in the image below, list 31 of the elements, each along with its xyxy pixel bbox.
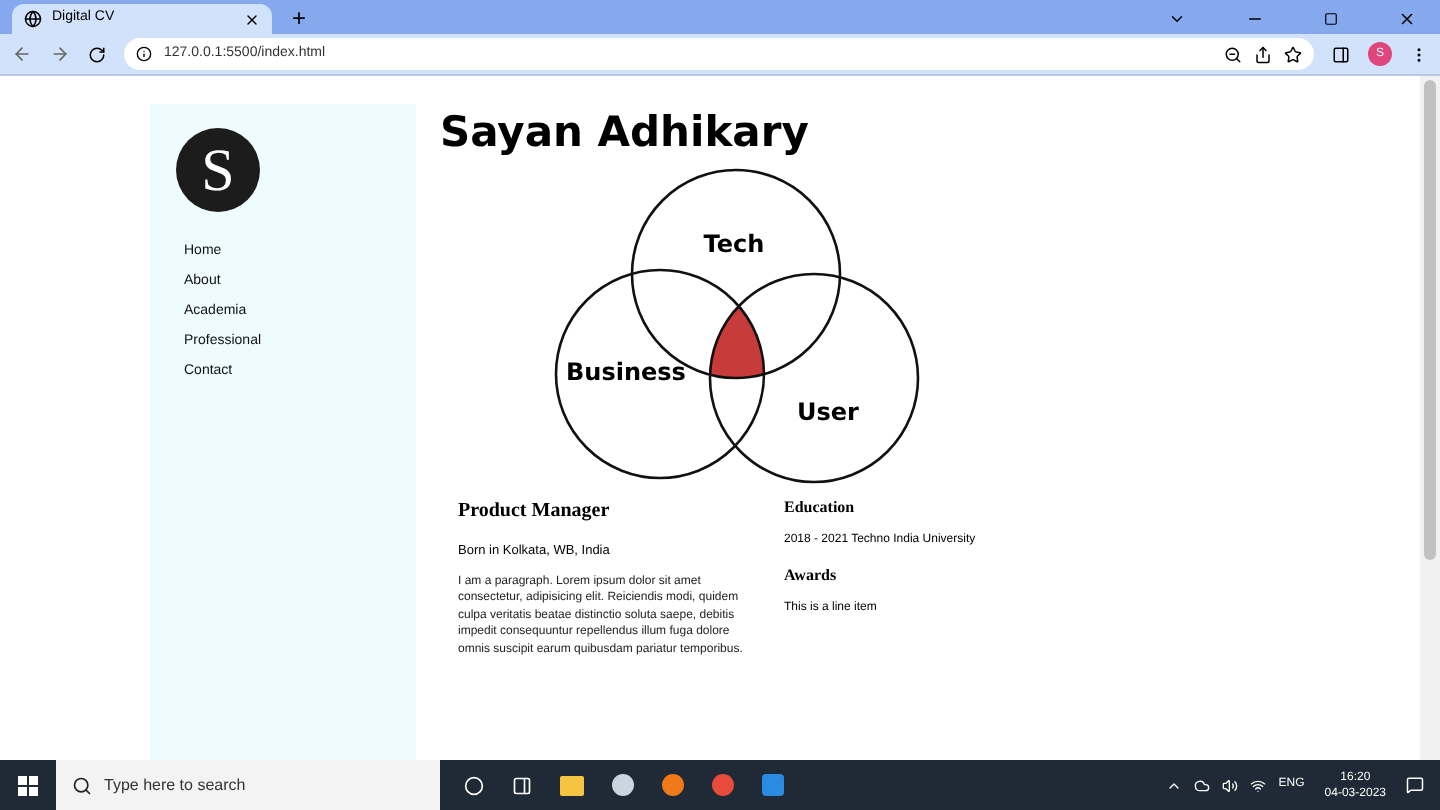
windows-start-icon[interactable] [18, 775, 38, 795]
reload-icon[interactable] [88, 45, 106, 63]
close-icon[interactable] [1398, 10, 1416, 28]
volume-icon[interactable] [1222, 777, 1239, 793]
info-icon [136, 46, 152, 62]
page-title: Sayan Adhikary [440, 106, 811, 160]
logo: S [176, 128, 260, 212]
back-icon[interactable] [12, 44, 32, 64]
forward-icon[interactable] [50, 44, 70, 64]
chevron-icon[interactable] [1168, 10, 1186, 28]
globe-icon [24, 10, 42, 28]
close-icon[interactable] [244, 11, 260, 27]
task-view-icon[interactable] [464, 775, 484, 795]
wifi-icon[interactable] [1250, 777, 1267, 793]
venn-label: Tech [703, 230, 765, 258]
section-heading: Product Manager [458, 498, 612, 526]
venn-label: Business [566, 358, 686, 386]
share-icon[interactable] [1254, 45, 1272, 63]
search-icon [72, 775, 92, 795]
star-icon[interactable] [1284, 45, 1302, 63]
notification-icon[interactable] [1406, 776, 1424, 794]
taskbar-search-field[interactable]: Type here to search [56, 760, 440, 810]
side-panel-icon[interactable] [1332, 45, 1350, 63]
section-heading: Awards [784, 564, 839, 588]
scrollbar[interactable] [1420, 76, 1440, 760]
section-heading: Education [784, 496, 857, 520]
new-tab-button[interactable]: + [292, 6, 307, 30]
zoom-icon[interactable] [1224, 45, 1242, 63]
restore-icon[interactable] [1324, 12, 1338, 26]
venn-label: User [797, 398, 859, 426]
cloud-icon[interactable] [1194, 777, 1211, 793]
